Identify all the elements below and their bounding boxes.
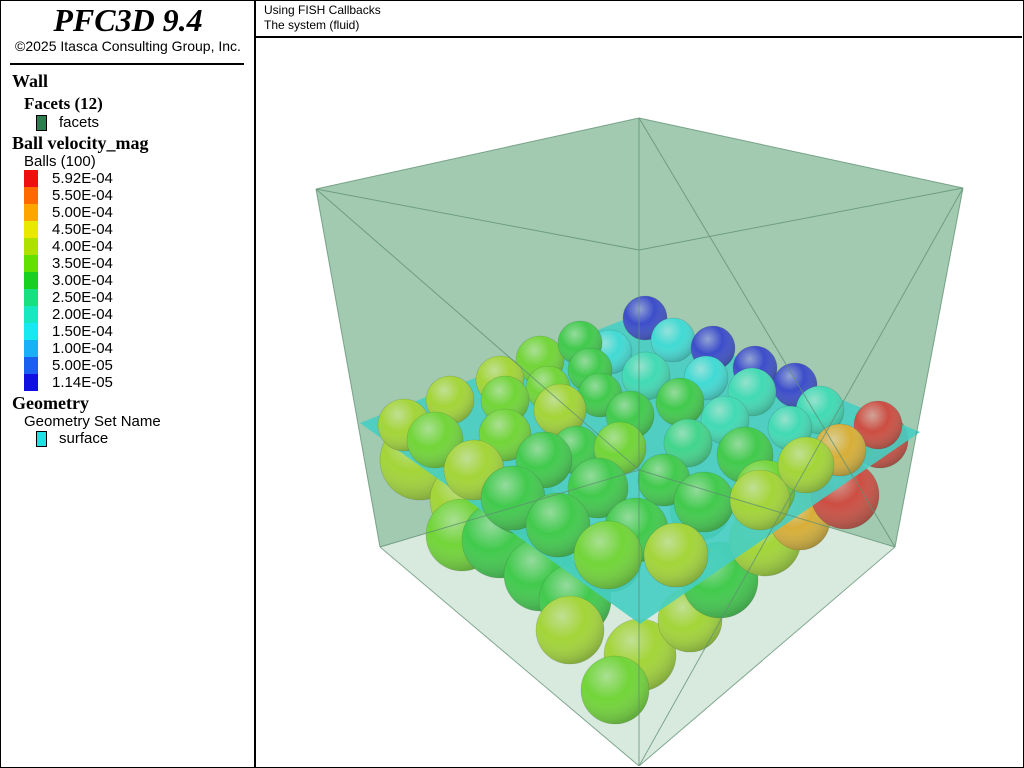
- velocity-color-scale: [24, 170, 38, 391]
- scale-label: 1.50E-04: [52, 323, 113, 340]
- scale-label: 4.50E-04: [52, 221, 113, 238]
- header-line-1: Using FISH Callbacks: [264, 3, 381, 17]
- scale-color-cell: [24, 306, 38, 323]
- scale-color-cell: [24, 255, 38, 272]
- scale-label: 1.00E-04: [52, 340, 113, 357]
- scale-label: 5.50E-04: [52, 187, 113, 204]
- legend-wall-heading: Wall: [12, 71, 49, 91]
- scale-color-cell: [24, 221, 38, 238]
- legend-facets-heading: Facets (12): [24, 94, 103, 113]
- scale-label: 1.14E-05: [52, 374, 113, 391]
- scale-color-cell: [24, 340, 38, 357]
- scale-label: 3.00E-04: [52, 272, 113, 289]
- scale-color-cell: [24, 170, 38, 187]
- surface-swatch: [36, 431, 47, 447]
- legend-panel: PFC3D 9.4 ©2025 Itasca Consulting Group,…: [0, 0, 256, 768]
- scale-label: 3.50E-04: [52, 255, 113, 272]
- scale-label: 5.92E-04: [52, 170, 113, 187]
- scale-color-cell: [24, 272, 38, 289]
- scale-label: 2.00E-04: [52, 306, 113, 323]
- scale-label: 2.50E-04: [52, 289, 113, 306]
- scale-label: 5.00E-04: [52, 204, 113, 221]
- model-view-canvas[interactable]: [258, 38, 1022, 766]
- scale-color-cell: [24, 187, 38, 204]
- legend-balls-heading: Balls (100): [24, 153, 96, 170]
- scale-color-cell: [24, 357, 38, 374]
- scale-color-cell: [24, 374, 38, 391]
- scale-label: 4.00E-04: [52, 238, 113, 255]
- legend-velocity-heading: Ball velocity_mag: [12, 133, 149, 153]
- facets-label: facets: [59, 114, 100, 131]
- velocity-scale-labels: 5.92E-04 5.50E-04 5.00E-04 4.50E-04 4.00E-04…: [52, 170, 113, 391]
- legend-divider: [10, 63, 244, 65]
- legend-geometry-heading: Geometry: [12, 393, 89, 413]
- scale-color-cell: [24, 204, 38, 221]
- scale-color-cell: [24, 289, 38, 306]
- scale-color-cell: [24, 323, 38, 340]
- facets-swatch: [36, 115, 47, 131]
- plot-header: Using FISH Callbacks The system (fluid): [256, 0, 1022, 38]
- copyright-text: ©2025 Itasca Consulting Group, Inc.: [15, 38, 241, 54]
- legend-geometry-set-heading: Geometry Set Name: [24, 413, 161, 430]
- scale-label: 5.00E-05: [52, 357, 113, 374]
- app-title: PFC3D 9.4: [53, 2, 203, 38]
- header-line-2: The system (fluid): [264, 18, 360, 32]
- model-view[interactable]: [258, 38, 1022, 766]
- surface-label: surface: [59, 430, 109, 447]
- scale-color-cell: [24, 238, 38, 255]
